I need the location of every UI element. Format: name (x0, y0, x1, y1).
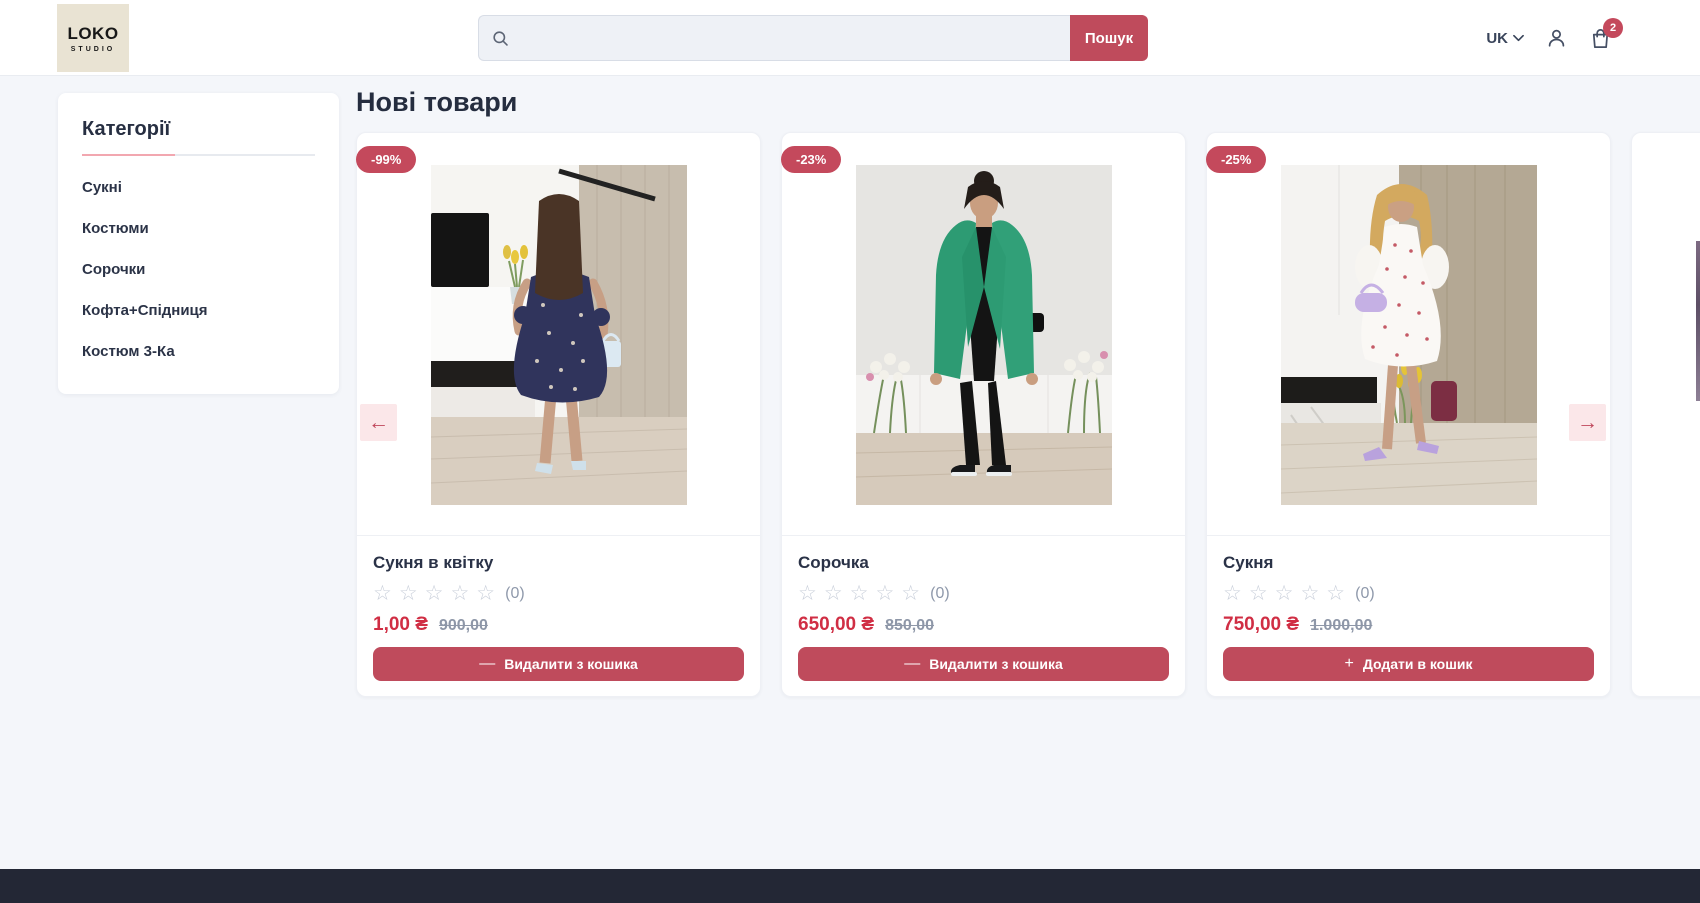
product-image[interactable] (856, 165, 1112, 505)
plus-icon: + (1344, 656, 1353, 672)
arrow-right-icon: → (1577, 411, 1598, 435)
new-products-carousel: -99% (356, 132, 1700, 697)
logo-subtitle: STUDIO (71, 46, 115, 53)
button-label: Видалити з кошика (504, 656, 638, 672)
sidebar-item-blouse-skirt[interactable]: Кофта+Спідниця (82, 290, 315, 331)
carousel-prev-button[interactable]: ← (360, 404, 397, 441)
logo[interactable]: LOKO STUDIO (57, 4, 129, 72)
search-bar: Пошук (478, 15, 1148, 61)
header-actions: UK 2 (1486, 0, 1612, 76)
product-name[interactable]: Сукня в квітку (373, 553, 744, 573)
logo-title: LOKO (67, 24, 118, 44)
sidebar-item-shirts[interactable]: Сорочки (82, 249, 315, 290)
rating-row: ☆☆☆☆☆ (0) (1223, 583, 1594, 605)
discount-badge: -99% (356, 146, 416, 173)
old-price: 1.000,00 (1310, 617, 1372, 635)
product-card-partial (1631, 132, 1700, 697)
price-row: 650,00 ₴ 850,00 (798, 614, 1169, 636)
old-price: 900,00 (439, 617, 488, 635)
old-price: 850,00 (885, 617, 934, 635)
categories-sidebar: Категорії Сукні Костюми Сорочки Кофта+Сп… (58, 93, 339, 394)
product-image[interactable] (431, 165, 687, 505)
product-photo-illustration (431, 165, 687, 505)
remove-from-cart-button[interactable]: — Видалити з кошика (798, 647, 1169, 681)
current-price: 1,00 ₴ (373, 614, 428, 636)
sidebar-list: Сукні Костюми Сорочки Кофта+Спідниця Кос… (82, 167, 315, 372)
sidebar-item-dresses[interactable]: Сукні (82, 167, 315, 208)
star-icons: ☆☆☆☆☆ (798, 583, 927, 605)
search-button[interactable]: Пошук (1070, 15, 1148, 61)
product-name[interactable]: Сорочка (798, 553, 1169, 573)
star-icons: ☆☆☆☆☆ (1223, 583, 1352, 605)
discount-badge: -25% (1206, 146, 1266, 173)
minus-icon: — (904, 656, 920, 672)
sidebar-underline (82, 154, 315, 156)
product-info: Сукня ☆☆☆☆☆ (0) 750,00 ₴ 1.000,00 (1207, 536, 1610, 636)
language-selected: UK (1486, 30, 1508, 47)
chevron-down-icon (1513, 34, 1524, 42)
product-name[interactable]: Сукня (1223, 553, 1594, 573)
rating-count: (0) (930, 585, 950, 603)
search-input-wrap (478, 15, 1070, 61)
add-to-cart-button[interactable]: + Додати в кошик (1223, 647, 1594, 681)
rating-count: (0) (505, 585, 525, 603)
search-icon (491, 29, 510, 48)
product-photo-wrap (357, 133, 760, 536)
page-title: Нові товари (356, 87, 517, 118)
rating-count: (0) (1355, 585, 1375, 603)
product-photo-wrap (782, 133, 1185, 536)
carousel-next-button[interactable]: → (1569, 404, 1606, 441)
product-image-sliver (1696, 241, 1700, 401)
star-icons: ☆☆☆☆☆ (373, 583, 502, 605)
product-image[interactable] (1281, 165, 1537, 505)
discount-badge: -23% (781, 146, 841, 173)
remove-from-cart-button[interactable]: — Видалити з кошика (373, 647, 744, 681)
product-photo-illustration (1281, 165, 1537, 505)
sidebar-item-suits[interactable]: Костюми (82, 208, 315, 249)
product-card: -25% (1206, 132, 1611, 697)
product-card: -99% (356, 132, 761, 697)
product-info: Сорочка ☆☆☆☆☆ (0) 650,00 ₴ 850,00 (782, 536, 1185, 636)
product-info: Сукня в квітку ☆☆☆☆☆ (0) 1,00 ₴ 900,00 (357, 536, 760, 636)
minus-icon: — (479, 656, 495, 672)
account-button[interactable] (1545, 27, 1568, 50)
price-row: 1,00 ₴ 900,00 (373, 614, 744, 636)
search-input[interactable] (519, 30, 1058, 47)
header: LOKO STUDIO Пошук UK 2 (0, 0, 1700, 76)
sidebar-item-suit-3pc[interactable]: Костюм 3-Ка (82, 331, 315, 372)
sidebar-title: Категорії (82, 118, 315, 141)
cart-count-badge: 2 (1603, 18, 1623, 38)
cart-button[interactable]: 2 (1589, 27, 1612, 50)
current-price: 650,00 ₴ (798, 614, 874, 636)
product-photo-wrap (1207, 133, 1610, 536)
arrow-left-icon: ← (368, 411, 389, 435)
button-label: Видалити з кошика (929, 656, 1063, 672)
language-selector[interactable]: UK (1486, 30, 1524, 47)
current-price: 750,00 ₴ (1223, 614, 1299, 636)
product-card: -23% (781, 132, 1186, 697)
product-photo-illustration (856, 165, 1112, 505)
footer (0, 869, 1700, 903)
button-label: Додати в кошик (1363, 656, 1473, 672)
user-icon (1545, 27, 1568, 50)
price-row: 750,00 ₴ 1.000,00 (1223, 614, 1594, 636)
rating-row: ☆☆☆☆☆ (0) (798, 583, 1169, 605)
rating-row: ☆☆☆☆☆ (0) (373, 583, 744, 605)
